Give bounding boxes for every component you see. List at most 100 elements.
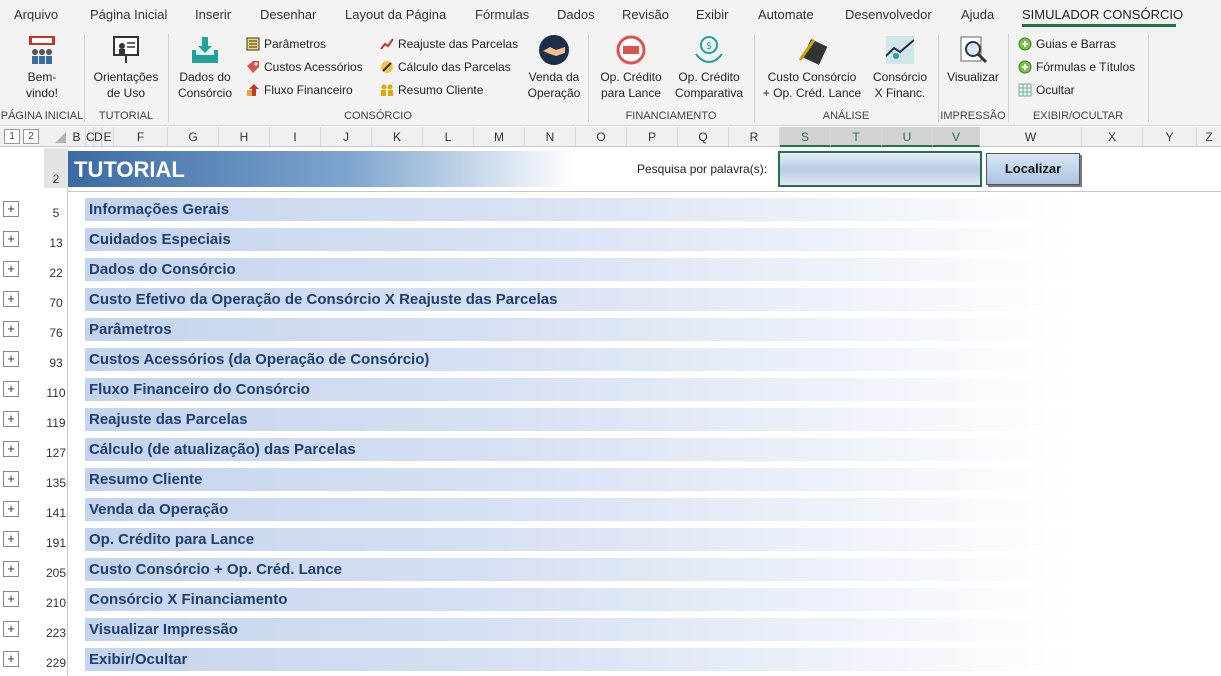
search-input[interactable] xyxy=(778,151,982,187)
custo-consorcio-lance-button[interactable]: Custo Consórcio + Op. Créd. Lance xyxy=(762,32,862,106)
expand-group-button[interactable]: + xyxy=(3,261,19,277)
row-header[interactable]: 229 xyxy=(44,656,68,670)
column-header-w[interactable]: W xyxy=(980,127,1082,147)
tab-revisao[interactable]: Revisão xyxy=(622,7,669,22)
expand-group-button[interactable]: + xyxy=(3,531,19,547)
column-header-k[interactable]: K xyxy=(372,127,423,147)
column-header-g[interactable]: G xyxy=(168,127,219,147)
tab-inserir[interactable]: Inserir xyxy=(195,7,231,22)
select-all-triangle-icon[interactable] xyxy=(55,132,66,143)
topic-row-calculo-parcelas[interactable]: Cálculo (de atualização) das Parcelas xyxy=(85,438,1075,461)
tab-exibir[interactable]: Exibir xyxy=(696,7,729,22)
column-header-q[interactable]: Q xyxy=(678,127,729,147)
row-header[interactable]: 13 xyxy=(44,236,68,250)
expand-group-button[interactable]: + xyxy=(3,621,19,637)
expand-group-button[interactable]: + xyxy=(3,411,19,427)
column-header-x[interactable]: X xyxy=(1082,127,1143,147)
column-header-j[interactable]: J xyxy=(321,127,372,147)
localizar-button[interactable]: Localizar xyxy=(986,153,1080,185)
bemvindo-button[interactable]: Bem- vindo! xyxy=(16,32,68,106)
expand-group-button[interactable]: + xyxy=(3,501,19,517)
topic-row-resumo-cliente[interactable]: Resumo Cliente xyxy=(85,468,1075,491)
column-header-s[interactable]: S xyxy=(780,127,831,147)
column-header-o[interactable]: O xyxy=(576,127,627,147)
row-header[interactable]: 76 xyxy=(44,326,68,340)
column-header-l[interactable]: L xyxy=(423,127,474,147)
topic-row-custos-acessorios[interactable]: Custos Acessórios (da Operação de Consór… xyxy=(85,348,1075,371)
column-header-t[interactable]: T xyxy=(831,127,882,147)
topic-row-informacoes-gerais[interactable]: Informações Gerais xyxy=(85,198,1075,221)
tab-automate[interactable]: Automate xyxy=(758,7,814,22)
column-header-d[interactable]: D xyxy=(94,127,103,147)
ocultar-button[interactable]: Ocultar xyxy=(1018,80,1075,100)
guias-barras-button[interactable]: Guias e Barras xyxy=(1018,34,1116,54)
tab-ajuda[interactable]: Ajuda xyxy=(961,7,994,22)
row-header[interactable]: 22 xyxy=(44,266,68,280)
resumo-cliente-button[interactable]: Resumo Cliente xyxy=(380,80,483,100)
op-credito-lance-button[interactable]: Op. Crédito para Lance xyxy=(596,32,666,106)
topic-row-visualizar-impressao[interactable]: Visualizar Impressão xyxy=(85,618,1075,641)
custos-acessorios-button[interactable]: Custos Acessórios xyxy=(246,57,363,77)
column-header-r[interactable]: R xyxy=(729,127,780,147)
expand-group-button[interactable]: + xyxy=(3,381,19,397)
row-header[interactable]: 210 xyxy=(44,596,68,610)
parametros-button[interactable]: Parâmetros xyxy=(246,34,326,54)
topic-row-venda-operacao[interactable]: Venda da Operação xyxy=(85,498,1075,521)
expand-group-button[interactable]: + xyxy=(3,471,19,487)
topic-row-custo-consorcio-lance[interactable]: Custo Consórcio + Op. Créd. Lance xyxy=(85,558,1075,581)
row-header[interactable]: 223 xyxy=(44,626,68,640)
column-header-m[interactable]: M xyxy=(474,127,525,147)
topic-row-dados-consorcio[interactable]: Dados do Consórcio xyxy=(85,258,1075,281)
row-header[interactable]: 141 xyxy=(44,506,68,520)
orientacoes-button[interactable]: Orientações de Uso xyxy=(90,32,162,106)
column-header-f[interactable]: F xyxy=(114,127,168,147)
topic-row-parametros[interactable]: Parâmetros xyxy=(85,318,1075,341)
outline-level-1-button[interactable]: 1 xyxy=(4,129,20,144)
tab-dados[interactable]: Dados xyxy=(557,7,595,22)
venda-operacao-button[interactable]: Venda da Operação xyxy=(524,32,584,106)
tab-arquivo[interactable]: Arquivo xyxy=(14,7,58,22)
row-header[interactable]: 5 xyxy=(44,206,68,220)
column-header-p[interactable]: P xyxy=(627,127,678,147)
tab-formulas[interactable]: Fórmulas xyxy=(475,7,529,22)
calculo-parcelas-button[interactable]: Cálculo das Parcelas xyxy=(380,57,511,77)
column-header-b[interactable]: B xyxy=(68,127,86,147)
column-header-z[interactable]: Z xyxy=(1197,127,1221,147)
tab-pagina-inicial[interactable]: Página Inicial xyxy=(90,7,167,22)
column-header-u[interactable]: U xyxy=(882,127,933,147)
row-header[interactable]: 119 xyxy=(44,416,68,430)
tab-layout-da-pagina[interactable]: Layout da Página xyxy=(345,7,446,22)
expand-group-button[interactable]: + xyxy=(3,291,19,307)
row-header[interactable]: 110 xyxy=(44,386,68,400)
column-header-y[interactable]: Y xyxy=(1143,127,1197,147)
topic-row-cuidados-especiais[interactable]: Cuidados Especiais xyxy=(85,228,1075,251)
column-header-h[interactable]: H xyxy=(219,127,270,147)
row-header[interactable]: 191 xyxy=(44,536,68,550)
expand-group-button[interactable]: + xyxy=(3,441,19,457)
row-header[interactable]: 127 xyxy=(44,446,68,460)
expand-group-button[interactable]: + xyxy=(3,201,19,217)
row-header[interactable]: 135 xyxy=(44,476,68,490)
expand-group-button[interactable]: + xyxy=(3,651,19,667)
outline-level-2-button[interactable]: 2 xyxy=(23,129,39,144)
expand-group-button[interactable]: + xyxy=(3,591,19,607)
topic-row-reajuste-parcelas[interactable]: Reajuste das Parcelas xyxy=(85,408,1075,431)
visualizar-button[interactable]: Visualizar xyxy=(944,32,1002,106)
column-header-i[interactable]: I xyxy=(270,127,321,147)
expand-group-button[interactable]: + xyxy=(3,351,19,367)
column-header-n[interactable]: N xyxy=(525,127,576,147)
row-header[interactable]: 93 xyxy=(44,356,68,370)
topic-row-exibir-ocultar[interactable]: Exibir/Ocultar xyxy=(85,648,1075,671)
row-header[interactable]: 70 xyxy=(44,296,68,310)
consorcio-x-financ-button[interactable]: Consórcio X Financ. xyxy=(868,32,932,106)
topic-row-fluxo-financeiro[interactable]: Fluxo Financeiro do Consórcio xyxy=(85,378,1075,401)
topic-row-custo-efetivo[interactable]: Custo Efetivo da Operação de Consórcio X… xyxy=(85,288,1075,311)
expand-group-button[interactable]: + xyxy=(3,231,19,247)
column-header-v[interactable]: V xyxy=(933,127,980,147)
row-header[interactable]: 205 xyxy=(44,566,68,580)
column-header-e[interactable]: E xyxy=(102,127,114,147)
tab-desenhar[interactable]: Desenhar xyxy=(260,7,316,22)
topic-row-op-credito-lance[interactable]: Op. Crédito para Lance xyxy=(85,528,1075,551)
dados-consorcio-button[interactable]: Dados do Consórcio xyxy=(174,32,236,106)
tab-desenvolvedor[interactable]: Desenvolvedor xyxy=(845,7,932,22)
